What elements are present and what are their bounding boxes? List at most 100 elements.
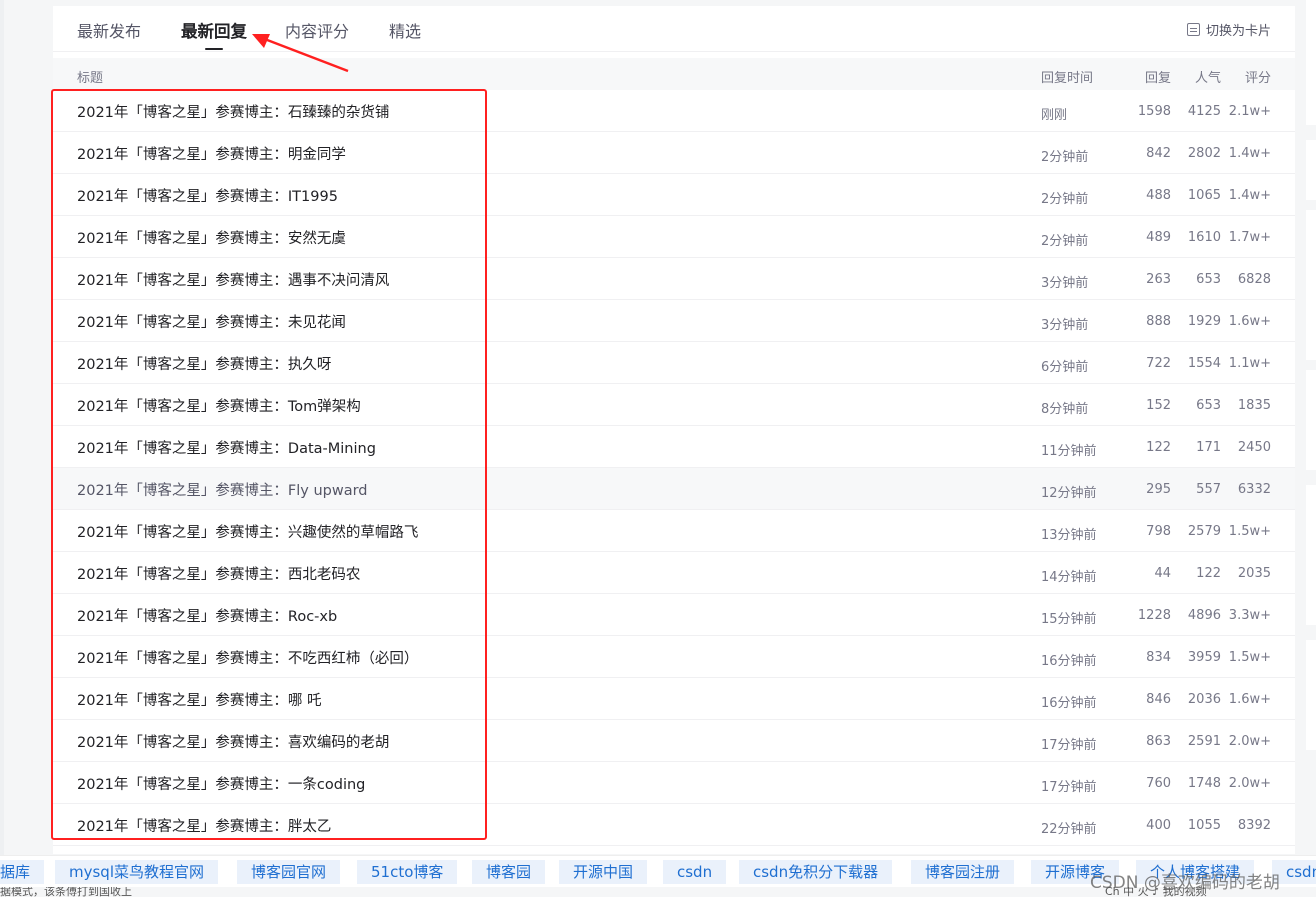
table-row[interactable]: 2021年「博客之星」参赛博主：Data-Mining 11分钟前 122 17…: [53, 426, 1295, 468]
thread-title[interactable]: 2021年「博客之星」参赛博主：哪 吒: [77, 689, 322, 710]
popularity-count: 1610: [1187, 230, 1221, 245]
table-row[interactable]: 2021年「博客之星」参赛博主：不吃西红柿（必回） 16分钟前 834 3959…: [53, 636, 1295, 678]
reply-time: 2分钟前: [1041, 150, 1089, 165]
thread-title[interactable]: 2021年「博客之星」参赛博主：Tom弹架构: [77, 395, 361, 416]
popularity-count: 653: [1196, 398, 1221, 413]
thread-title[interactable]: 2021年「博客之星」参赛博主：IT1995: [77, 185, 338, 206]
popularity-count: 653: [1196, 272, 1221, 287]
thread-title[interactable]: 2021年「博客之星」参赛博主：不吃西红柿（必回）: [77, 647, 418, 668]
reply-time: 3分钟前: [1041, 276, 1089, 291]
thread-title[interactable]: 2021年「博客之星」参赛博主：Roc-xb: [77, 605, 337, 626]
thread-title[interactable]: 2021年「博客之星」参赛博主：遇事不决问清风: [77, 269, 389, 290]
popularity-count: 2036: [1187, 692, 1221, 707]
related-link[interactable]: 开源博客: [1031, 860, 1120, 884]
table-row[interactable]: 2021年「博客之星」参赛博主：明金同学 2分钟前 842 2802 1.4w+: [53, 132, 1295, 174]
popularity-count: 171: [1196, 440, 1221, 455]
switch-to-card-label: 切换为卡片: [1205, 24, 1271, 39]
reply-count: 44: [1154, 566, 1171, 581]
reply-time: 2分钟前: [1041, 192, 1089, 207]
header-score: 评分: [1244, 71, 1271, 86]
thread-title[interactable]: 2021年「博客之星」参赛博主：西北老码农: [77, 563, 360, 584]
header-replies: 回复: [1144, 71, 1171, 86]
reply-count: 1228: [1137, 608, 1171, 623]
reply-count: 295: [1146, 482, 1171, 497]
related-links-bar: 据库 mysql菜鸟教程官网 博客园官网 51cto博客 博客园 开源中国 cs…: [0, 855, 1316, 887]
table-row[interactable]: 2021年「博客之星」参赛博主：西北老码农 14分钟前 44 122 2035: [53, 552, 1295, 594]
related-link[interactable]: csdn免积分下载器: [739, 860, 893, 884]
tab-latest-posts[interactable]: 最新发布: [77, 18, 141, 42]
reply-count: 888: [1146, 314, 1171, 329]
table-row[interactable]: 2021年「博客之星」参赛博主：执久呀 6分钟前 722 1554 1.1w+: [53, 342, 1295, 384]
bottom-status-bar: 据模式，该条傅打到国收上 Ch 中 火 ♪ 我的视频: [0, 887, 1316, 897]
thread-title[interactable]: 2021年「博客之星」参赛博主：Fly upward: [77, 479, 368, 500]
table-row[interactable]: 2021年「博客之星」参赛博主：喜欢编码的老胡 17分钟前 863 2591 2…: [53, 720, 1295, 762]
reply-count: 760: [1146, 776, 1171, 791]
reply-count: 842: [1146, 146, 1171, 161]
bottom-status-text: 据模式，该条傅打到国收上: [0, 887, 132, 897]
reply-time: 17分钟前: [1041, 738, 1097, 753]
score-value: 2.0w+: [1228, 776, 1271, 791]
related-link[interactable]: 博客园: [472, 860, 546, 884]
table-row[interactable]: 2021年「博客之星」参赛博主：胖太乙 22分钟前 400 1055 8392: [53, 804, 1295, 846]
table-row[interactable]: 2021年「博客之星」参赛博主：哪 吒 16分钟前 846 2036 1.6w+: [53, 678, 1295, 720]
reply-count: 488: [1146, 188, 1171, 203]
reply-count: 263: [1146, 272, 1171, 287]
related-link[interactable]: csdn: [1272, 860, 1316, 884]
score-value: 2035: [1237, 566, 1271, 581]
thread-list: 2021年「博客之星」参赛博主：石臻臻的杂货铺 刚刚 1598 4125 2.1…: [53, 90, 1295, 846]
reply-time: 12分钟前: [1041, 486, 1097, 501]
tab-latest-replies[interactable]: 最新回复: [181, 18, 247, 50]
table-row[interactable]: 2021年「博客之星」参赛博主：兴趣使然的草帽路飞 13分钟前 798 2579…: [53, 510, 1295, 552]
table-row[interactable]: 2021年「博客之星」参赛博主：一条coding 17分钟前 760 1748 …: [53, 762, 1295, 804]
related-link[interactable]: mysql菜鸟教程官网: [55, 860, 218, 884]
popularity-count: 4125: [1187, 104, 1221, 119]
tab-bar: 最新发布 最新回复 内容评分 精选 切换为卡片: [53, 6, 1295, 52]
reply-time: 13分钟前: [1041, 528, 1097, 543]
reply-count: 489: [1146, 230, 1171, 245]
reply-time: 14分钟前: [1041, 570, 1097, 585]
score-value: 3.3w+: [1228, 608, 1271, 623]
table-row-hovered[interactable]: 2021年「博客之星」参赛博主：Fly upward 12分钟前 295 557…: [53, 468, 1295, 510]
table-row[interactable]: 2021年「博客之星」参赛博主：未见花闻 3分钟前 888 1929 1.6w+: [53, 300, 1295, 342]
thread-title[interactable]: 2021年「博客之星」参赛博主：Data-Mining: [77, 437, 376, 458]
score-value: 1.4w+: [1228, 188, 1271, 203]
thread-title[interactable]: 2021年「博客之星」参赛博主：胖太乙: [77, 815, 331, 836]
tab-content-rating[interactable]: 内容评分: [285, 18, 349, 42]
table-row[interactable]: 2021年「博客之星」参赛博主：Tom弹架构 8分钟前 152 653 1835: [53, 384, 1295, 426]
thread-title[interactable]: 2021年「博客之星」参赛博主：兴趣使然的草帽路飞: [77, 521, 418, 542]
table-row[interactable]: 2021年「博客之星」参赛博主：IT1995 2分钟前 488 1065 1.4…: [53, 174, 1295, 216]
related-link[interactable]: 个人博客搭建: [1136, 860, 1255, 884]
thread-title[interactable]: 2021年「博客之星」参赛博主：喜欢编码的老胡: [77, 731, 389, 752]
reply-count: 834: [1146, 650, 1171, 665]
score-value: 1.7w+: [1228, 230, 1271, 245]
thread-title[interactable]: 2021年「博客之星」参赛博主：一条coding: [77, 773, 365, 794]
table-row[interactable]: 2021年「博客之星」参赛博主：石臻臻的杂货铺 刚刚 1598 4125 2.1…: [53, 90, 1295, 132]
reply-time: 15分钟前: [1041, 612, 1097, 627]
thread-title[interactable]: 2021年「博客之星」参赛博主：安然无虞: [77, 227, 346, 248]
related-link[interactable]: 51cto博客: [357, 860, 458, 884]
header-popularity: 人气: [1194, 71, 1221, 86]
table-header: 标题 回复时间 回复 人气 评分: [53, 58, 1295, 90]
reply-time: 2分钟前: [1041, 234, 1089, 249]
related-link[interactable]: 开源中国: [559, 860, 648, 884]
thread-title[interactable]: 2021年「博客之星」参赛博主：未见花闻: [77, 311, 346, 332]
popularity-count: 1065: [1187, 188, 1221, 203]
popularity-count: 1929: [1187, 314, 1221, 329]
thread-title[interactable]: 2021年「博客之星」参赛博主：明金同学: [77, 143, 346, 164]
switch-to-card-button[interactable]: 切换为卡片: [1186, 20, 1271, 39]
related-link[interactable]: 博客园注册: [911, 860, 1015, 884]
popularity-count: 122: [1196, 566, 1221, 581]
tab-featured[interactable]: 精选: [389, 18, 421, 42]
related-link[interactable]: 据库: [0, 860, 45, 884]
reply-time: 16分钟前: [1041, 696, 1097, 711]
related-link[interactable]: 博客园官网: [237, 860, 341, 884]
bottom-tray-text: Ch 中 火 ♪ 我的视频: [1105, 887, 1207, 897]
popularity-count: 1748: [1187, 776, 1221, 791]
thread-title[interactable]: 2021年「博客之星」参赛博主：执久呀: [77, 353, 331, 374]
table-row[interactable]: 2021年「博客之星」参赛博主：遇事不决问清风 3分钟前 263 653 682…: [53, 258, 1295, 300]
thread-title[interactable]: 2021年「博客之星」参赛博主：石臻臻的杂货铺: [77, 101, 389, 122]
table-row[interactable]: 2021年「博客之星」参赛博主：Roc-xb 15分钟前 1228 4896 3…: [53, 594, 1295, 636]
related-link[interactable]: csdn: [663, 860, 727, 884]
table-row[interactable]: 2021年「博客之星」参赛博主：安然无虞 2分钟前 489 1610 1.7w+: [53, 216, 1295, 258]
popularity-count: 2802: [1187, 146, 1221, 161]
